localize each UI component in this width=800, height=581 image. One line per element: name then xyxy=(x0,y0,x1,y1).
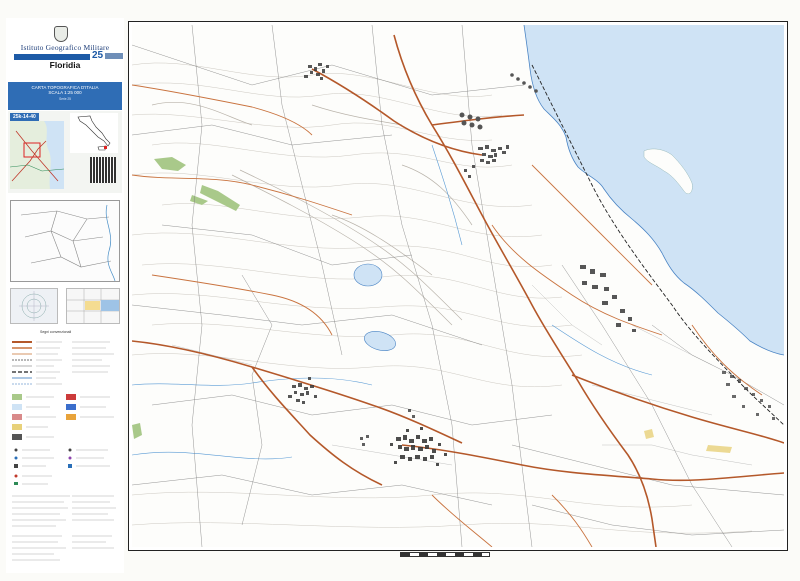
title-line-3: Serie 25 xyxy=(59,97,71,101)
sheet-code: 25k-14-40 xyxy=(10,113,39,121)
topographic-map[interactable] xyxy=(132,25,784,547)
sheet-title: Floridia xyxy=(49,60,81,70)
grid-index-graphic xyxy=(67,289,119,323)
legend-row-symbols xyxy=(14,448,72,485)
title-line-2: SCALA 1:25 000 xyxy=(48,90,82,95)
topo-graphic xyxy=(132,25,784,547)
minimap-graphic xyxy=(10,121,64,189)
italy-outline xyxy=(77,115,111,151)
declination-panels xyxy=(10,288,120,326)
map-title-box: CARTA TOPOGRAFICA D'ITALIA SCALA 1:25 00… xyxy=(8,82,122,110)
scale-bar xyxy=(400,552,490,557)
admin-map-graphic xyxy=(20,204,116,282)
italy-locator-map xyxy=(70,113,118,153)
sheet-grid-index xyxy=(66,288,120,324)
sheet-index-panel: 25k-14-40 xyxy=(8,111,122,193)
header-block: Istituto Geografico Militare Edizione sp… xyxy=(10,26,123,86)
legend-symbols xyxy=(12,341,116,561)
magnetic-graphic xyxy=(19,291,49,321)
legend-panel: Segni convenzionali xyxy=(10,330,120,570)
lake-north xyxy=(353,263,383,287)
legend-row-roads xyxy=(12,341,32,385)
qr-code xyxy=(90,157,116,183)
title-line-1: CARTA TOPOGRAFICA D'ITALIA xyxy=(31,85,99,90)
location-minimap xyxy=(10,121,64,189)
republic-emblem-icon xyxy=(54,26,68,42)
legend-title: Segni convenzionali xyxy=(40,330,72,334)
magnetic-diagram xyxy=(10,288,58,324)
map-sidebar: Istituto Geografico Militare Edizione sp… xyxy=(6,18,124,573)
institute-name: Istituto Geografico Militare xyxy=(20,43,110,52)
series-tag xyxy=(105,53,123,59)
legend-row-text xyxy=(36,341,114,385)
administrative-map xyxy=(10,200,120,282)
map-sheet: Istituto Geografico Militare Edizione sp… xyxy=(0,0,800,581)
